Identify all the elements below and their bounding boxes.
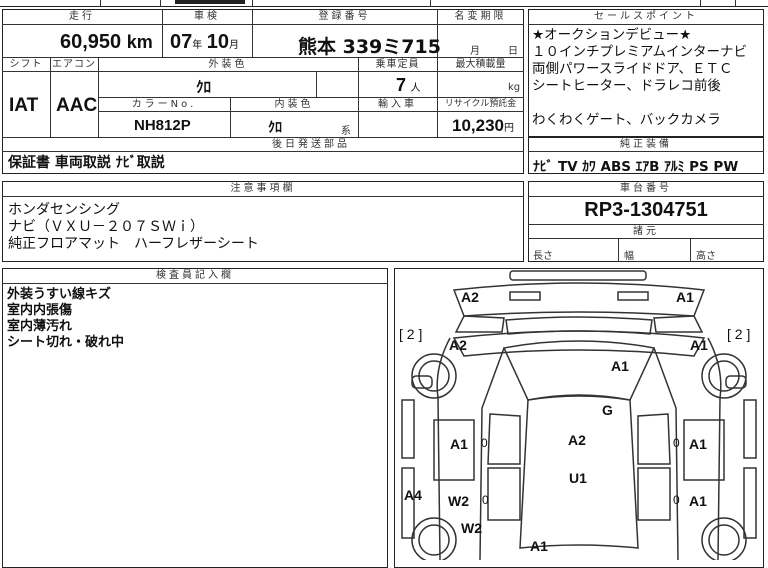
inspector-text: 外装うすい線キズ 室内内張傷 室内薄汚れ シート切れ・破れ中 bbox=[7, 287, 124, 351]
damage-mark: A2 bbox=[461, 289, 479, 305]
damage-mark: A1 bbox=[690, 337, 708, 353]
a-pillar-right bbox=[653, 347, 679, 560]
damage-mark: A1 bbox=[689, 493, 707, 509]
exterior-header: 外装色 bbox=[208, 59, 248, 70]
shift-value: IAT bbox=[9, 95, 39, 116]
length-label: 長さ bbox=[533, 251, 553, 262]
rear-window-right bbox=[637, 467, 671, 521]
shift-header: シフト bbox=[9, 59, 43, 70]
damage-mark: W2 bbox=[448, 493, 469, 509]
equipment-items: ﾅﾋﾞ TV ｶﾜ ABS ｴｱB ｱﾙﾐ PS PW bbox=[533, 159, 739, 175]
max-load-header: 最大積載量 bbox=[455, 59, 506, 70]
front-window-left bbox=[487, 413, 521, 465]
front-window-right bbox=[637, 413, 671, 465]
inspection-value: 07年 10月 bbox=[170, 31, 239, 53]
damage-mark: A1 bbox=[450, 436, 468, 452]
sales-points-header: セールスポイント bbox=[594, 11, 698, 22]
color-no-value: NH812P bbox=[134, 117, 191, 134]
color-no-header: カラーNo. bbox=[131, 99, 197, 110]
later-parts-header: 後日発送部品 bbox=[272, 139, 350, 150]
headlight-left bbox=[454, 315, 505, 333]
damage-mark: A1 bbox=[530, 538, 548, 554]
height-label: 高さ bbox=[696, 251, 716, 262]
chassis-number: RP3-1304751 bbox=[584, 199, 708, 221]
interior-color-value: ｸﾛ bbox=[268, 120, 282, 136]
right-sill-rear bbox=[743, 467, 757, 539]
hood-outline bbox=[452, 330, 706, 357]
name-change-month: 月 bbox=[470, 46, 480, 57]
damage-mark: 0 bbox=[673, 436, 680, 450]
later-parts-text: 保証書 車両取説 ﾅﾋﾞ取説 bbox=[8, 155, 165, 171]
registration-value: 熊本 339ミ715 bbox=[298, 36, 441, 58]
mileage-header: 走行 bbox=[69, 11, 95, 22]
name-change-header: 名変期限 bbox=[454, 11, 507, 22]
registration-header: 登録番号 bbox=[318, 11, 371, 22]
damage-mark: U1 bbox=[569, 470, 587, 486]
car-diagram bbox=[401, 270, 757, 560]
mileage-value: 60,950 km bbox=[60, 31, 153, 53]
import-header: 輸入車 bbox=[378, 99, 417, 110]
inspector-line: 室内内張傷 bbox=[7, 303, 73, 318]
damage-mark: 0 bbox=[673, 493, 680, 507]
note-line: 純正フロアマット ハーフレザーシート bbox=[8, 236, 259, 252]
load-unit: kg bbox=[508, 82, 521, 93]
front-bumper-shape bbox=[452, 282, 706, 317]
sales-point-line: わくわくゲート、バックカメラ bbox=[532, 112, 721, 128]
exterior-color-value: ｸﾛ bbox=[196, 78, 212, 96]
ac-value: AAC bbox=[56, 95, 98, 116]
damage-mark: A1 bbox=[689, 436, 707, 452]
name-change-day: 日 bbox=[508, 46, 518, 57]
interior-header: 内装色 bbox=[274, 99, 314, 110]
damage-mark: A2 bbox=[568, 432, 586, 448]
left-sill-front bbox=[401, 399, 415, 459]
rear-window-left bbox=[487, 467, 521, 521]
damage-mark: A2 bbox=[449, 337, 467, 353]
notes-text: ホンダセンシング ナビ（ＶＸＵ－２０７ＳＷｉ） 純正フロアマット ハーフレザーシ… bbox=[8, 202, 259, 253]
left-sill-rear bbox=[401, 467, 415, 539]
sales-point-line bbox=[532, 95, 762, 112]
damage-mark: [ 2 ] bbox=[727, 326, 751, 342]
width-label: 幅 bbox=[624, 251, 634, 262]
notes-header: 注意事項欄 bbox=[230, 183, 296, 194]
damage-mark: A1 bbox=[611, 358, 629, 374]
dims-header: 諸元 bbox=[633, 226, 659, 237]
note-line: ホンダセンシング bbox=[8, 202, 120, 218]
recycle-header: リサイクル預託金 bbox=[444, 99, 517, 109]
damage-mark: [ 2 ] bbox=[399, 326, 423, 342]
top-strip bbox=[0, 0, 768, 7]
sales-point-line: 両側パワースライドドア、ＥＴＣ bbox=[532, 61, 733, 77]
sales-point-line: ★オークションデビュー★ bbox=[532, 27, 692, 43]
note-line: ナビ（ＶＸＵ－２０７ＳＷｉ） bbox=[8, 219, 204, 235]
sales-point-line: シートヒーター、ドラレコ前後 bbox=[532, 78, 721, 94]
capacity-value: 7 人 bbox=[396, 75, 421, 95]
interior-suffix: 系 bbox=[341, 126, 351, 137]
right-sill-front bbox=[743, 399, 757, 459]
sales-points-text: ★オークションデビュー★ １０インチプレミアムインターナビ 両側パワースライドド… bbox=[532, 27, 762, 129]
headlight-right bbox=[653, 315, 704, 333]
recycle-fee-value: 10,230円 bbox=[452, 116, 514, 135]
inspection-header: 車検 bbox=[194, 11, 220, 22]
front-grille-right bbox=[617, 291, 649, 301]
damage-mark: A4 bbox=[404, 487, 422, 503]
damage-mark: 0 bbox=[481, 436, 488, 450]
chassis-header: 車台番号 bbox=[620, 183, 672, 194]
equipment-header: 純正装備 bbox=[620, 139, 672, 150]
damage-mark: 0 bbox=[482, 493, 489, 507]
front-bumper-outline bbox=[509, 270, 647, 281]
inspector-line: シート切れ・破れ中 bbox=[7, 335, 125, 350]
sales-point-line: １０インチプレミアムインターナビ bbox=[532, 44, 748, 60]
damage-mark: A1 bbox=[676, 289, 694, 305]
a-pillar-left bbox=[479, 347, 505, 560]
ac-header: エアコン bbox=[52, 59, 96, 70]
front-grille-left bbox=[509, 291, 541, 301]
damage-mark: W2 bbox=[461, 520, 482, 536]
inspector-header: 検査員記入欄 bbox=[156, 270, 234, 281]
inspector-line: 外装うすい線キズ bbox=[7, 287, 112, 302]
damage-mark: G bbox=[602, 402, 613, 418]
inspector-line: 室内薄汚れ bbox=[7, 319, 73, 334]
capacity-header: 乗車定員 bbox=[375, 59, 420, 70]
